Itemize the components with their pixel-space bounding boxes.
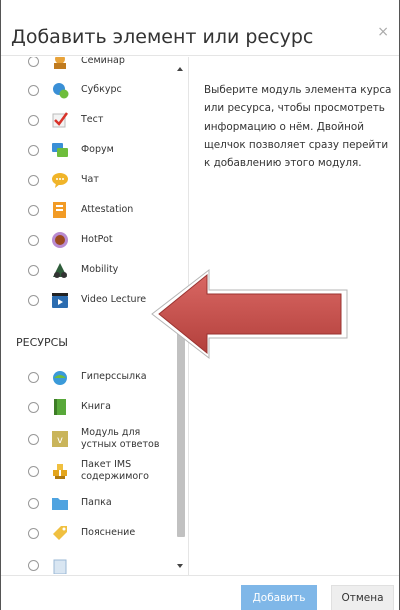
chat-icon	[51, 171, 69, 189]
module-description: Выберите модуль элемента курса или ресур…	[204, 84, 392, 170]
radio-button[interactable]	[28, 114, 39, 126]
list-item-label: HotPot	[81, 234, 113, 245]
subcourse-icon	[51, 81, 69, 99]
radio-button[interactable]	[28, 465, 39, 477]
list-item-label: Модуль для устных ответов	[81, 427, 160, 450]
cancel-button[interactable]: Отмена	[331, 585, 394, 610]
list-item-label: Папка	[81, 497, 112, 508]
mobility-icon	[51, 261, 69, 279]
page-icon	[51, 556, 69, 575]
radio-button[interactable]	[28, 401, 39, 413]
label-icon	[51, 524, 69, 542]
list-item-book[interactable]: Книга	[11, 392, 175, 422]
list-item-label: Пакет IMS содержимого	[81, 459, 149, 482]
add-activity-dialog: Добавить элемент или ресурс × Семинар Су…	[0, 0, 400, 610]
add-button[interactable]: Добавить	[241, 585, 317, 610]
list-item-partial[interactable]	[11, 550, 175, 575]
list-item-label: Семинар	[81, 57, 125, 66]
list-item-label: Video Lecture	[81, 294, 147, 305]
radio-button[interactable]	[28, 527, 39, 539]
list-item-label: Mobility	[81, 264, 119, 275]
radio-button[interactable]	[28, 264, 39, 276]
pointer-arrow-icon	[151, 268, 348, 360]
resources-heading: РЕСУРСЫ	[16, 336, 68, 349]
list-item-label: Форум	[81, 144, 114, 155]
list-item-workshop[interactable]: Семинар	[11, 57, 175, 76]
hotpot-icon	[51, 231, 69, 249]
dialog-footer: Добавить Отмена	[1, 575, 399, 610]
quiz-icon	[51, 111, 69, 129]
ims-package-icon	[51, 462, 69, 480]
list-item-subcourse[interactable]: Субкурс	[11, 75, 175, 105]
list-item-folder[interactable]: Папка	[11, 488, 175, 518]
radio-button[interactable]	[28, 84, 39, 96]
list-item-label: Тест	[81, 114, 104, 125]
list-item-label: Гиперссылка	[81, 371, 147, 382]
list-item-url[interactable]: Гиперссылка	[11, 362, 175, 392]
radio-button[interactable]	[28, 497, 39, 509]
folder-icon	[51, 494, 69, 512]
dialog-title: Добавить элемент или ресурс	[11, 26, 314, 48]
list-item-hotpot[interactable]: HotPot	[11, 225, 175, 255]
radio-button[interactable]	[28, 294, 39, 306]
oral-answer-icon: v	[51, 430, 69, 448]
radio-button[interactable]	[28, 234, 39, 246]
dialog-header: Добавить элемент или ресурс ×	[1, 0, 399, 56]
list-item-label-resource[interactable]: Пояснение	[11, 518, 175, 548]
video-lecture-icon	[51, 291, 69, 309]
list-item-label: Субкурс	[81, 84, 122, 95]
forum-icon	[51, 141, 69, 159]
list-item-label: Книга	[81, 401, 111, 412]
radio-button[interactable]	[28, 204, 39, 216]
radio-button[interactable]	[28, 433, 39, 445]
list-item-oral-answer[interactable]: v Модуль для устных ответов	[11, 424, 175, 454]
radio-button[interactable]	[28, 144, 39, 156]
scroll-down-icon[interactable]	[177, 564, 183, 568]
workshop-icon	[51, 57, 69, 70]
book-icon	[51, 398, 69, 416]
radio-button[interactable]	[28, 174, 39, 186]
list-item-quiz[interactable]: Тест	[11, 105, 175, 135]
radio-button[interactable]	[28, 57, 39, 67]
scroll-up-icon[interactable]	[177, 67, 183, 71]
list-item-forum[interactable]: Форум	[11, 135, 175, 165]
list-item-ims-package[interactable]: Пакет IMS содержимого	[11, 456, 175, 486]
url-icon	[51, 368, 69, 386]
svg-text:v: v	[57, 435, 63, 446]
list-item-label: Чат	[81, 174, 99, 185]
radio-button[interactable]	[28, 371, 39, 383]
list-item-attestation[interactable]: Attestation	[11, 195, 175, 225]
list-item-chat[interactable]: Чат	[11, 165, 175, 195]
radio-button[interactable]	[28, 559, 39, 571]
close-icon[interactable]: ×	[377, 24, 389, 40]
attestation-icon	[51, 201, 69, 219]
list-item-label: Attestation	[81, 204, 134, 215]
list-item-label: Пояснение	[81, 527, 136, 538]
